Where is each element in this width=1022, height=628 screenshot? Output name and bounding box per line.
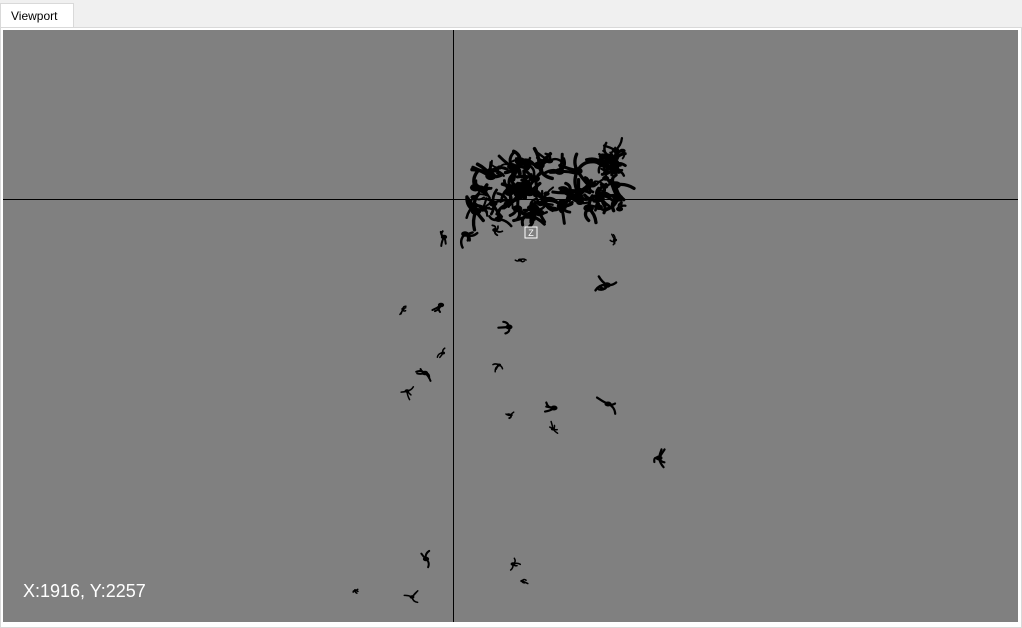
selection-marker[interactable]: Z (524, 226, 538, 239)
silhouette-mark (431, 302, 445, 313)
silhouette-mark (415, 368, 432, 382)
silhouette-mark (594, 275, 618, 292)
silhouette-mark (549, 420, 559, 434)
coordinate-readout: X:1916, Y:2257 (23, 581, 146, 601)
silhouette-mark (509, 557, 522, 571)
silhouette-mark (514, 258, 527, 263)
silhouette-mark (505, 411, 515, 420)
silhouette-mark (400, 386, 415, 401)
tab-viewport[interactable]: Viewport (0, 3, 74, 28)
silhouette-mark (420, 549, 431, 569)
viewport-canvas[interactable]: Z X:1916, Y:2257 (3, 30, 1018, 622)
silhouette-mark (459, 231, 479, 249)
silhouette-mark (469, 169, 489, 195)
app-window: Viewport Z X:1916, Y:2257 (0, 0, 1022, 628)
silhouette-mark (653, 448, 666, 469)
silhouette-mark (403, 590, 419, 604)
silhouette-mark (497, 320, 513, 335)
viewport-drawing: Z (3, 30, 1018, 622)
silhouette-mark (543, 401, 558, 413)
silhouette-mark (399, 305, 407, 316)
silhouette-mark (595, 396, 617, 415)
scatter-marks (352, 137, 666, 604)
silhouette-mark (520, 578, 529, 585)
silhouette-mark (436, 347, 446, 359)
silhouette-mark (491, 224, 504, 237)
silhouette-mark (439, 230, 448, 248)
silhouette-mark (352, 588, 359, 594)
silhouette-mark (609, 233, 618, 246)
tab-strip: Viewport (0, 0, 1022, 28)
silhouette-mark (492, 363, 504, 373)
selection-marker-label: Z (528, 228, 534, 238)
